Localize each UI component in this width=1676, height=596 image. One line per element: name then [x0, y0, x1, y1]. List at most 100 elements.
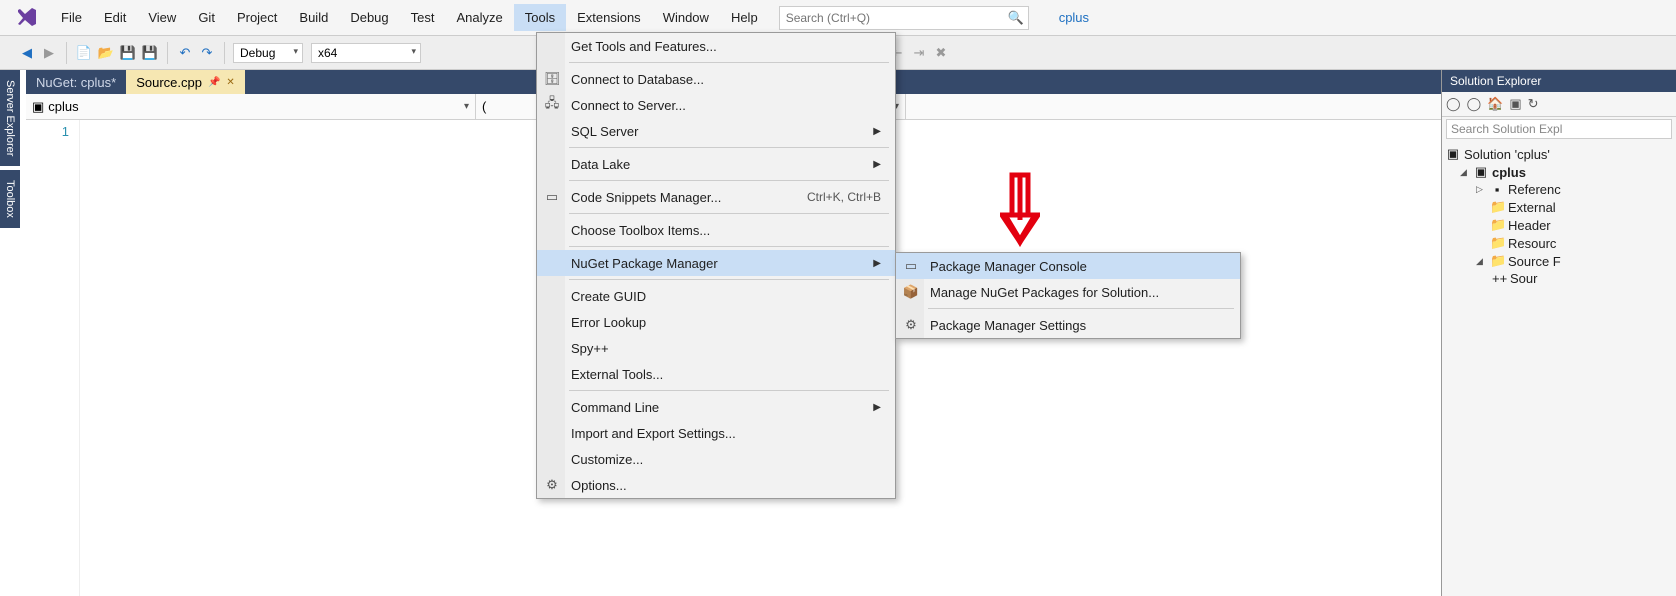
menu-view[interactable]: View: [137, 4, 187, 31]
doc-tab-nuget[interactable]: NuGet: cplus*: [26, 70, 126, 94]
back-icon[interactable]: ◯: [1446, 96, 1461, 112]
fwd-icon[interactable]: ◯: [1467, 96, 1482, 112]
mi-options[interactable]: ⚙Options...: [537, 472, 895, 498]
mi-import-export[interactable]: Import and Export Settings...: [537, 420, 895, 446]
refresh-icon[interactable]: ↻: [1528, 96, 1539, 112]
solution-tree: ▣Solution 'cplus' ◢▣cplus ▷▪Referenc 📁Ex…: [1442, 141, 1676, 291]
chevron-right-icon: ▶: [873, 402, 881, 413]
tree-source-folder[interactable]: ◢📁Source F: [1446, 252, 1672, 270]
mi-pm-settings[interactable]: ⚙Package Manager Settings: [896, 312, 1240, 338]
tree-project[interactable]: ◢▣cplus: [1446, 163, 1672, 181]
mi-manage-nuget[interactable]: 📦Manage NuGet Packages for Solution...: [896, 279, 1240, 305]
line-gutter: 1: [26, 120, 80, 596]
mi-data-lake[interactable]: Data Lake▶: [537, 151, 895, 177]
solution-icon: ▣: [1446, 146, 1460, 162]
mi-snippets[interactable]: ▭Code Snippets Manager...Ctrl+K, Ctrl+B: [537, 184, 895, 210]
search-input[interactable]: [779, 6, 1029, 30]
menu-tools[interactable]: Tools: [514, 4, 566, 31]
folder-icon: 📁: [1490, 199, 1504, 215]
save-icon[interactable]: 💾: [119, 44, 137, 62]
nav-back-icon[interactable]: ◀: [18, 44, 36, 62]
solution-explorer-title: Solution Explorer: [1442, 70, 1676, 92]
mi-pm-console[interactable]: ▭Package Manager Console: [896, 253, 1240, 279]
mi-command-line[interactable]: Command Line▶: [537, 394, 895, 420]
clear-bookmark-icon[interactable]: ✖: [932, 44, 950, 62]
tree-header[interactable]: 📁Header: [1446, 216, 1672, 234]
search-icon: 🔍: [1008, 10, 1024, 26]
gear-icon: ⚙: [543, 477, 561, 493]
project-icon: ▣: [1474, 164, 1488, 180]
mi-toolbox-items[interactable]: Choose Toolbox Items...: [537, 217, 895, 243]
config-dropdown[interactable]: Debug: [233, 43, 303, 63]
scope-combo[interactable]: ▣ cplus: [26, 94, 476, 119]
menu-analyze[interactable]: Analyze: [445, 4, 513, 31]
doc-tab-source[interactable]: Source.cpp 📌 ✕: [126, 70, 245, 94]
tools-menu-popup: Get Tools and Features... 🗄Connect to Da…: [536, 32, 896, 499]
nav-fwd-icon[interactable]: ▶: [40, 44, 58, 62]
menu-test[interactable]: Test: [400, 4, 446, 31]
database-icon: 🗄: [543, 71, 561, 87]
tree-source-file[interactable]: ++Sour: [1446, 270, 1672, 287]
tree-solution[interactable]: ▣Solution 'cplus': [1446, 145, 1672, 163]
menu-help[interactable]: Help: [720, 4, 769, 31]
menu-extensions[interactable]: Extensions: [566, 4, 652, 31]
mi-create-guid[interactable]: Create GUID: [537, 283, 895, 309]
tree-references[interactable]: ▷▪Referenc: [1446, 181, 1672, 198]
platform-dropdown[interactable]: x64: [311, 43, 421, 63]
menu-file[interactable]: File: [50, 4, 93, 31]
mi-spy[interactable]: Spy++: [537, 335, 895, 361]
switch-view-icon[interactable]: ▣: [1509, 96, 1521, 112]
references-icon: ▪: [1490, 182, 1504, 197]
solution-name-label: cplus: [1059, 10, 1089, 25]
side-tab-toolbox[interactable]: Toolbox: [0, 170, 20, 228]
tree-resource[interactable]: 📁Resourc: [1446, 234, 1672, 252]
side-tab-server-explorer[interactable]: Server Explorer: [0, 70, 20, 166]
mi-sql-server[interactable]: SQL Server▶: [537, 118, 895, 144]
gear-icon: ⚙: [902, 317, 920, 333]
menu-project[interactable]: Project: [226, 4, 288, 31]
chevron-right-icon: ▶: [873, 258, 881, 269]
menu-build[interactable]: Build: [288, 4, 339, 31]
mi-error-lookup[interactable]: Error Lookup: [537, 309, 895, 335]
vs-logo-icon: [16, 6, 40, 30]
menubar: File Edit View Git Project Build Debug T…: [0, 0, 1676, 36]
mi-connect-server[interactable]: 🖧Connect to Server...: [537, 92, 895, 118]
folder-icon: 📁: [1490, 235, 1504, 251]
home-icon[interactable]: 🏠: [1487, 96, 1503, 112]
solution-explorer-toolbar: ◯ ◯ 🏠 ▣ ↻: [1442, 92, 1676, 117]
search-box[interactable]: 🔍: [779, 6, 1029, 30]
close-icon[interactable]: ✕: [226, 77, 234, 88]
tree-external[interactable]: 📁External: [1446, 198, 1672, 216]
mi-customize[interactable]: Customize...: [537, 446, 895, 472]
pin-icon[interactable]: 📌: [208, 77, 220, 88]
snippet-icon: ▭: [543, 189, 561, 205]
redo-icon[interactable]: ↷: [198, 44, 216, 62]
expand-icon[interactable]: ▷: [1476, 184, 1486, 195]
chevron-right-icon: ▶: [873, 159, 881, 170]
menu-git[interactable]: Git: [187, 4, 226, 31]
open-icon[interactable]: 📂: [97, 44, 115, 62]
side-tabs: Server Explorer Toolbox: [0, 70, 26, 232]
cpp-file-icon: ++: [1492, 271, 1506, 286]
server-icon: 🖧: [543, 94, 561, 116]
nuget-submenu: ▭Package Manager Console 📦Manage NuGet P…: [895, 252, 1241, 339]
collapse-icon[interactable]: ◢: [1460, 167, 1470, 178]
save-all-icon[interactable]: 💾: [141, 44, 159, 62]
menu-window[interactable]: Window: [652, 4, 720, 31]
new-project-icon[interactable]: 📄: [75, 44, 93, 62]
menu-edit[interactable]: Edit: [93, 4, 137, 31]
folder-icon: 📁: [1490, 217, 1504, 233]
mi-external-tools[interactable]: External Tools...: [537, 361, 895, 387]
mi-connect-db[interactable]: 🗄Connect to Database...: [537, 66, 895, 92]
mi-get-tools[interactable]: Get Tools and Features...: [537, 33, 895, 59]
solution-search[interactable]: Search Solution Expl: [1446, 119, 1672, 139]
package-icon: 📦: [902, 284, 920, 300]
solution-explorer-panel: Solution Explorer ◯ ◯ 🏠 ▣ ↻ Search Solut…: [1441, 70, 1676, 596]
next-bookmark-icon[interactable]: ⇥: [910, 44, 928, 62]
chevron-right-icon: ▶: [873, 126, 881, 137]
menu-debug[interactable]: Debug: [339, 4, 399, 31]
annotation-arrow: [1000, 170, 1040, 250]
collapse-icon[interactable]: ◢: [1476, 256, 1486, 267]
mi-nuget[interactable]: NuGet Package Manager▶: [537, 250, 895, 276]
undo-icon[interactable]: ↶: [176, 44, 194, 62]
